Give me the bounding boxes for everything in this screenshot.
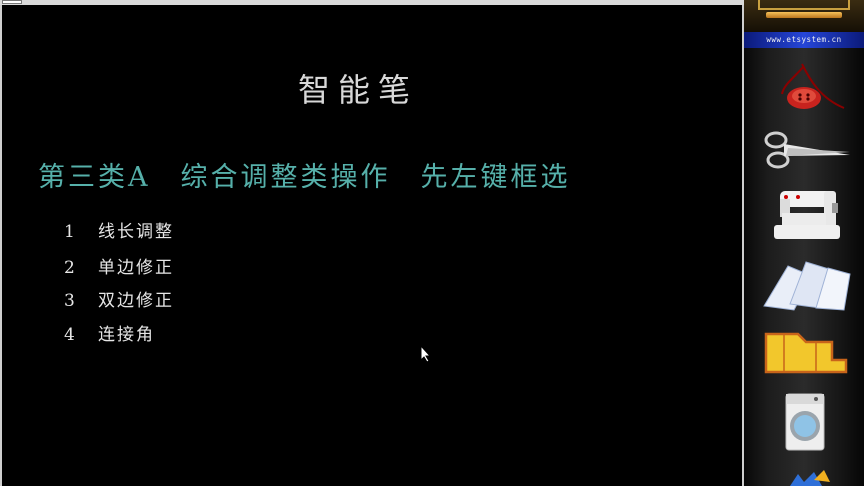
website-url: www.etsystem.cn: [744, 32, 864, 48]
pencil-icon: [766, 12, 842, 18]
slide-title: 智能笔: [298, 71, 419, 109]
list-item: 2 单边修正: [64, 253, 174, 278]
mouse-cursor-icon: [420, 345, 432, 363]
slide-canvas: 智能笔 第三类A 综合调整类操作 先左键框选 1 线长调整 2 单边修正 3 双边修正…: [0, 5, 744, 486]
pattern-piece-icon[interactable]: [754, 320, 854, 380]
item-number: 3: [64, 291, 77, 311]
brand-logo: [744, 0, 864, 32]
item-number: 2: [64, 258, 77, 278]
fabric-pieces-icon[interactable]: [754, 252, 854, 312]
scissors-icon[interactable]: [754, 122, 854, 182]
section-heading: 第三类A 综合调整类操作 先左键框选: [38, 162, 571, 193]
item-label: 线长调整: [98, 222, 174, 242]
list-item: 3 双边修正: [64, 286, 174, 311]
item-number: 1: [64, 222, 77, 242]
washing-machine-icon[interactable]: [754, 392, 854, 452]
more-tools-icon[interactable]: [754, 468, 854, 486]
item-label: 双边修正: [98, 291, 174, 311]
sewing-machine-icon[interactable]: [754, 185, 854, 245]
list-item: 1 线长调整: [64, 217, 174, 242]
item-label: 单边修正: [98, 258, 174, 278]
list-item: 4 连接角: [64, 320, 155, 345]
item-number: 4: [64, 325, 77, 345]
item-label: 连接角: [98, 325, 155, 345]
tool-sidebar: www.etsystem.cn: [744, 0, 864, 486]
window-menu-button[interactable]: [2, 0, 22, 4]
button-icon[interactable]: [754, 58, 854, 118]
